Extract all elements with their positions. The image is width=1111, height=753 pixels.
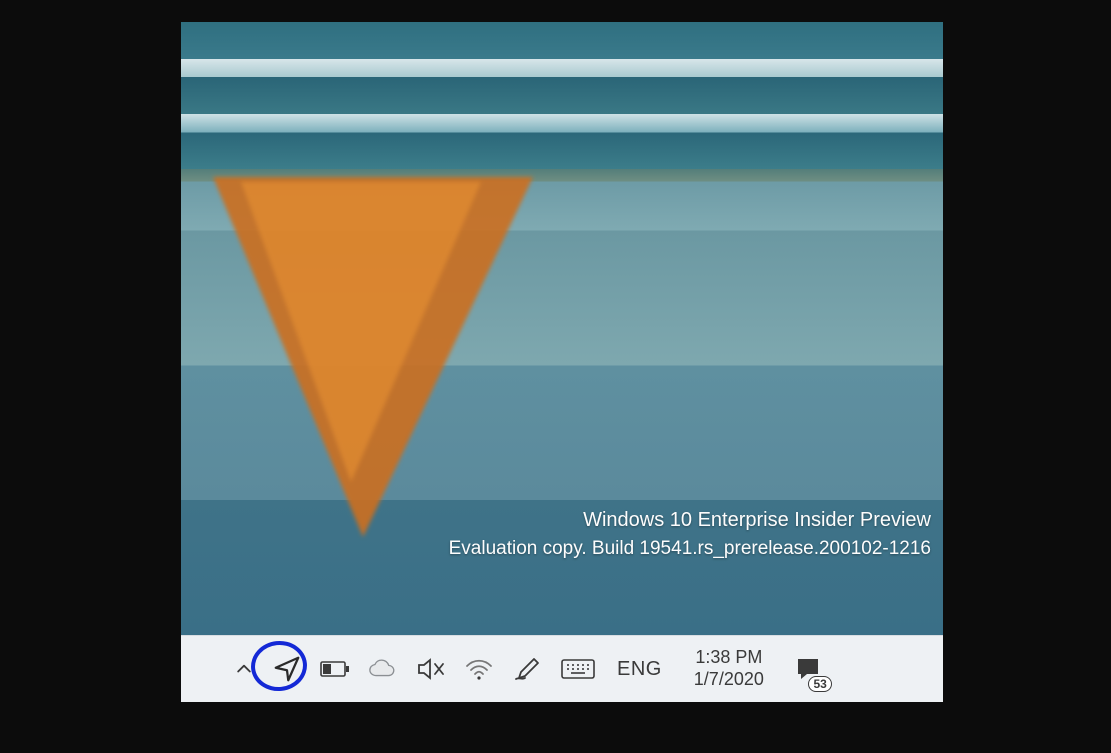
- pen-icon: [512, 656, 542, 682]
- tray-battery-button[interactable]: [311, 636, 359, 702]
- notification-count-badge: 53: [808, 676, 831, 692]
- clock-date: 1/7/2020: [694, 669, 764, 691]
- tray-volume-button[interactable]: [407, 636, 455, 702]
- keyboard-icon: [560, 656, 596, 682]
- tray-network-button[interactable]: [455, 636, 503, 702]
- desktop-wallpaper: Windows 10 Enterprise Insider Preview Ev…: [181, 22, 943, 635]
- tray-onedrive-button[interactable]: [359, 636, 407, 702]
- tray-ink-button[interactable]: [503, 636, 551, 702]
- volume-muted-icon: [416, 656, 446, 682]
- tray-touch-keyboard-button[interactable]: [551, 636, 605, 702]
- tray-language-button[interactable]: ENG: [605, 636, 674, 702]
- watermark-line2: Evaluation copy. Build 19541.rs_prerelea…: [449, 535, 931, 563]
- cloud-icon: [368, 658, 398, 680]
- wifi-icon: [464, 656, 494, 682]
- tray-overflow-button[interactable]: [225, 636, 263, 702]
- location-arrow-icon: [272, 654, 302, 684]
- tray-clock-button[interactable]: 1:38 PM 1/7/2020: [674, 636, 784, 702]
- clock-time: 1:38 PM: [695, 647, 762, 669]
- language-label: ENG: [617, 658, 662, 681]
- watermark-line1: Windows 10 Enterprise Insider Preview: [449, 506, 931, 535]
- chevron-up-icon: [234, 659, 254, 679]
- wallpaper-reflection-glow: [241, 182, 481, 482]
- taskbar: ENG 1:38 PM 1/7/2020 53: [181, 635, 943, 702]
- tray-action-center-button[interactable]: 53: [784, 636, 836, 702]
- tray-location-button[interactable]: [263, 636, 311, 702]
- windows-watermark: Windows 10 Enterprise Insider Preview Ev…: [449, 506, 931, 563]
- desktop-screenshot-region: Windows 10 Enterprise Insider Preview Ev…: [181, 22, 943, 702]
- battery-icon: [320, 659, 350, 679]
